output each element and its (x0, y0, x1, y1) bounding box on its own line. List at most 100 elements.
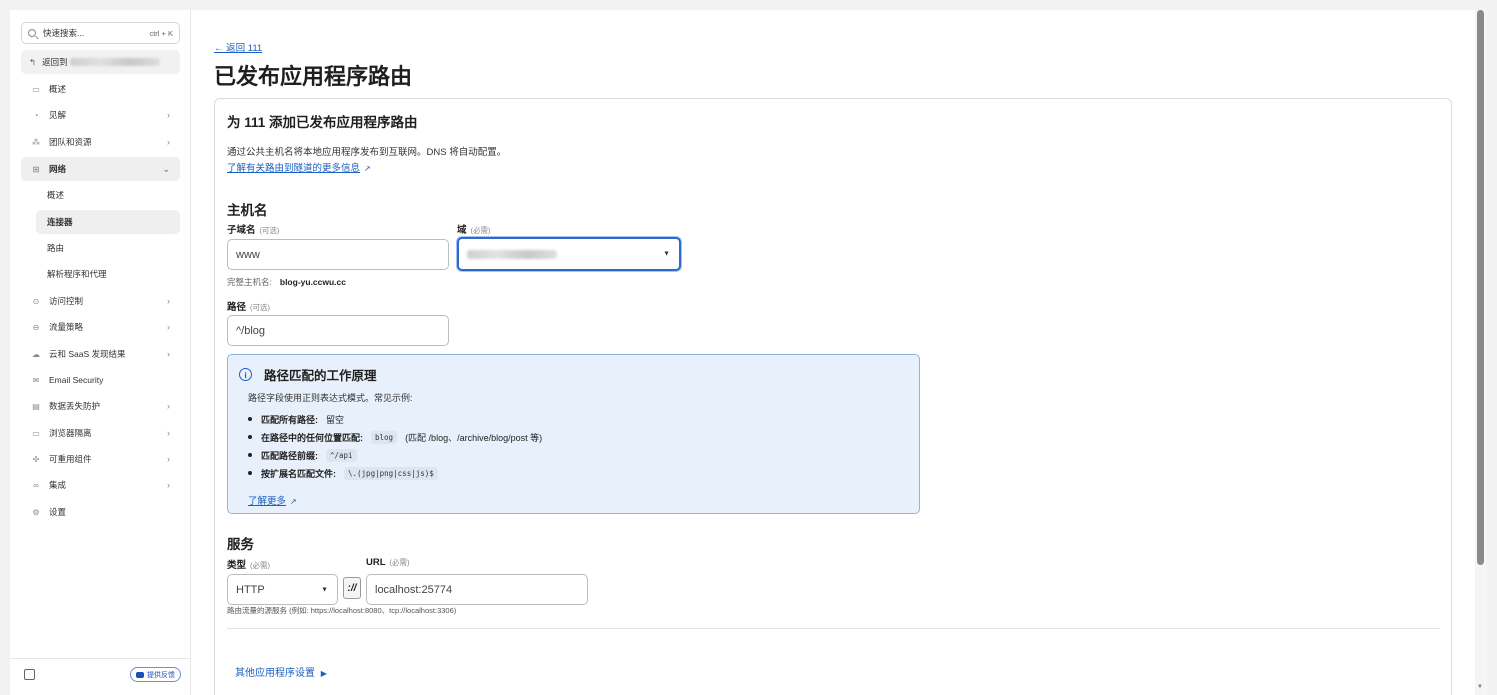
optional-tag: (可选) (259, 226, 280, 235)
sidebar-subitem-label: 路由 (47, 243, 65, 253)
sidebar-subitem-resolvers[interactable]: 解析程序和代理 (36, 262, 180, 286)
search-input[interactable]: 快速搜索... ctrl + K (21, 22, 180, 44)
full-hostname-value: blog-yu.ccwu.cc (279, 277, 346, 287)
sidebar-item-email-security[interactable]: ✉ Email Security (21, 368, 180, 392)
back-to-account-button[interactable]: ↰ 返回到 (21, 50, 180, 74)
sidebar-item-network[interactable]: ⊞ 网络 ⌄ (21, 157, 180, 181)
sidebar-item-label: 团队和资源 (49, 137, 92, 147)
scrollbar-thumb[interactable] (1477, 10, 1484, 565)
path-input[interactable]: ^/blog (227, 315, 449, 346)
path-label-text: 路径 (227, 302, 247, 313)
sidebar-item-settings[interactable]: ⚙ 设置 (21, 500, 180, 524)
service-hint: 路由流量的源服务 (例如: https://localhost:8080、tcp… (227, 606, 457, 615)
info-title: i 路径匹配的工作原理 (239, 365, 377, 384)
example-label: 匹配所有路径: (261, 414, 318, 425)
chevron-right-icon: › (167, 401, 170, 411)
type-label: 类型 (必需) (227, 557, 270, 571)
service-url-input[interactable]: localhost:25774 (366, 574, 588, 605)
service-url-value: localhost:25774 (375, 583, 453, 596)
sidebar-item-teams[interactable]: ⁂ 团队和资源 › (21, 130, 180, 154)
sidebar-item-label: 云和 SaaS 发现结果 (49, 349, 126, 359)
sidebar-subitem-connectors[interactable]: 连接器 (36, 210, 180, 234)
domain-label-text: 域 (457, 225, 467, 236)
sidebar-item-integrations[interactable]: ∞ 集成 › (21, 473, 180, 497)
additional-settings-toggle[interactable]: 其他应用程序设置 ▶ (235, 664, 327, 679)
team-icon: ⁂ (32, 137, 40, 147)
sidebar-item-label: 可重用组件 (49, 454, 92, 464)
page-title: 已发布应用程序路由 (214, 64, 413, 89)
hostname-heading: 主机名 (227, 203, 268, 218)
list-item: 在路径中的任何位置匹配: blog (匹配 /blog、/archive/blog/… (248, 428, 542, 446)
back-link[interactable]: ← 返回 111 (214, 40, 262, 54)
bullet (248, 471, 252, 475)
account-name-redacted (69, 58, 160, 66)
feedback-button[interactable]: 提供反馈 (130, 667, 181, 682)
url-label: URL (必需) (366, 557, 410, 568)
learn-routes-link[interactable]: 了解有关路由到隧道的更多信息 ↗ (227, 160, 371, 174)
sidebar: 快速搜索... ctrl + K ↰ 返回到 ▭ 概述 ◔ 见解 › ⁂ 团队和… (10, 10, 191, 695)
sidebar-item-insights[interactable]: ◔ 见解 › (21, 103, 180, 127)
sidebar-item-label: 浏览器隔离 (49, 428, 92, 438)
insights-icon: ◔ (33, 110, 39, 120)
scroll-down-icon[interactable]: ▼ (1477, 684, 1483, 690)
sidebar-item-dlp[interactable]: ▤ 数据丢失防护 › (21, 394, 180, 418)
divider (227, 628, 1440, 629)
example-text: (匹配 /blog、/archive/blog/post 等) (405, 432, 543, 443)
protocol-separator: :// (343, 577, 361, 599)
sidebar-item-cloud-saas[interactable]: ☁ 云和 SaaS 发现结果 › (21, 342, 180, 366)
required-tag: (必需) (470, 226, 491, 235)
chevron-right-icon: › (167, 322, 170, 332)
url-label-text: URL (366, 557, 386, 568)
sidebar-item-traffic-policies[interactable]: ⊖ 流量策略 › (21, 315, 180, 339)
list-item: 按扩展名匹配文件: \.(jpg|png|css|js)$ (248, 464, 542, 482)
email-icon: ✉ (32, 375, 40, 385)
subdomain-label-text: 子域名 (227, 225, 256, 236)
example-text: 留空 (326, 414, 345, 425)
browser-icon: ▭ (32, 428, 40, 438)
bullet (248, 453, 252, 457)
sidebar-subitem-label: 概述 (47, 190, 65, 200)
example-code: blog (371, 430, 398, 444)
domain-select[interactable]: ▼ (457, 237, 681, 271)
service-heading: 服务 (227, 537, 254, 552)
chevron-right-icon: › (167, 296, 170, 306)
chevron-right-icon: › (167, 428, 170, 438)
list-item: 匹配所有路径: 留空 (248, 410, 542, 428)
sidebar-item-label: Email Security (49, 375, 104, 385)
sidebar-item-overview[interactable]: ▭ 概述 (21, 77, 180, 101)
sidebar-subitem-overview[interactable]: 概述 (36, 183, 180, 207)
cloud-icon: ☁ (32, 349, 40, 359)
sidebar-item-access-control[interactable]: ⊙ 访问控制 › (21, 289, 180, 313)
scrollbar[interactable]: ▼ (1475, 10, 1487, 695)
sidebar-item-label: 网络 (49, 164, 67, 174)
subdomain-input[interactable]: www (227, 239, 449, 270)
back-arrow-icon: ↰ (29, 56, 37, 67)
card-title: 为 111 添加已发布应用程序路由 (227, 115, 418, 130)
back-account-label: 返回到 (42, 57, 68, 67)
domain-label: 域 (必需) (457, 222, 491, 236)
sidebar-item-reusable-components[interactable]: ✣ 可重用组件 › (21, 447, 180, 471)
service-type-select[interactable]: HTTP ▼ (227, 574, 338, 605)
intro-text: 通过公共主机名将本地应用程序发布到互联网。DNS 将自动配置。 (227, 147, 507, 158)
sidebar-item-label: 概述 (49, 84, 67, 94)
info-examples-list: 匹配所有路径: 留空 在路径中的任何位置匹配: blog (匹配 /blog、/arc… (248, 410, 542, 482)
collapse-sidebar-icon[interactable] (24, 669, 35, 680)
sidebar-item-label: 见解 (49, 110, 67, 120)
subdomain-value: www (236, 248, 260, 261)
access-icon: ⊙ (32, 296, 40, 306)
search-shortcut: ctrl + K (149, 28, 173, 38)
required-tag: (必需) (250, 561, 271, 570)
path-label: 路径 (可选) (227, 299, 270, 313)
example-code: ^/api (326, 448, 357, 462)
sidebar-subitem-routes[interactable]: 路由 (36, 236, 180, 260)
path-value: ^/blog (236, 324, 266, 337)
chevron-right-icon: › (167, 480, 170, 490)
example-label: 按扩展名匹配文件: (261, 468, 336, 479)
info-learn-more-link[interactable]: 了解更多 ↗ (248, 493, 297, 507)
sidebar-item-browser-isolation[interactable]: ▭ 浏览器隔离 › (21, 421, 180, 445)
gear-icon: ⚙ (32, 507, 40, 517)
sidebar-item-label: 集成 (49, 480, 67, 490)
sidebar-item-label: 访问控制 (49, 296, 84, 306)
sidebar-item-label: 数据丢失防护 (49, 401, 101, 411)
domain-value-redacted (467, 249, 557, 259)
